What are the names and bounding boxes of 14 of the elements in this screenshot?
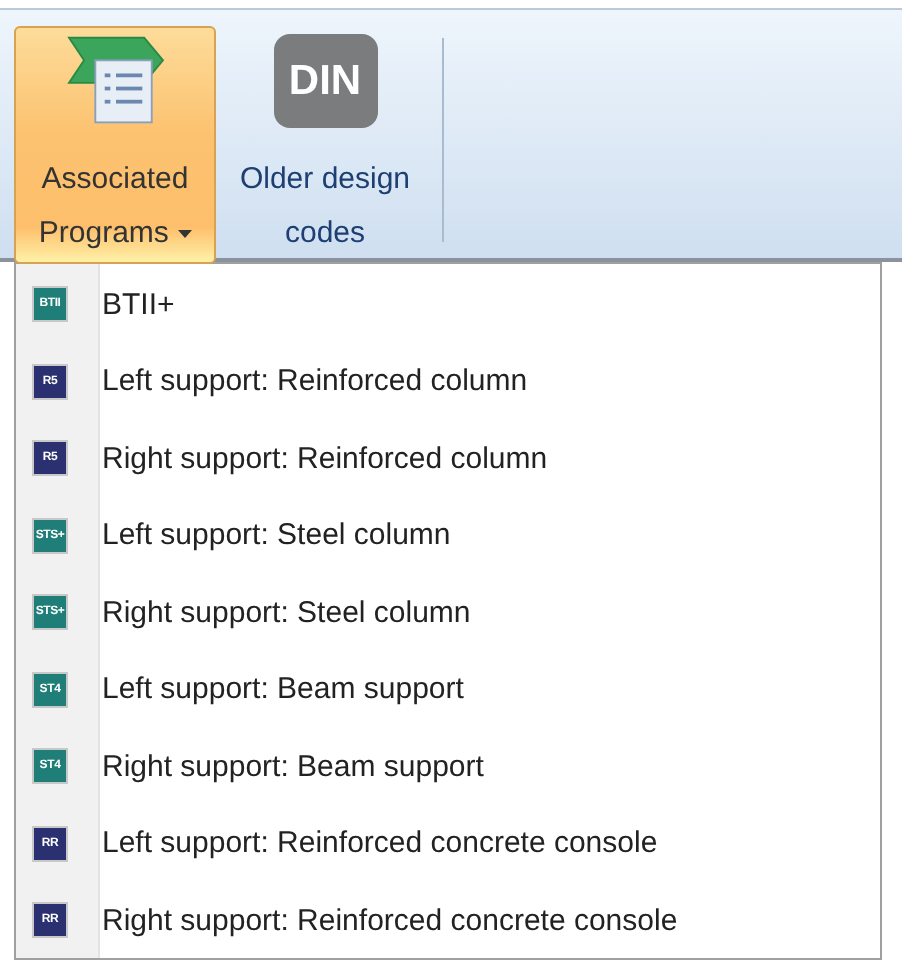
program-list-icon [61, 34, 169, 128]
caret-icon [177, 230, 192, 239]
menu-item-label: Left support: Steel column [102, 518, 451, 553]
menu-item-label: BTII+ [102, 287, 175, 322]
associated-programs-button[interactable]: Associated Programs [14, 26, 216, 264]
menu-item-label: Left support: Reinforced column [102, 364, 528, 399]
menu-item-label: Right support: Steel column [102, 595, 471, 630]
menu-item-label: Right support: Reinforced concrete console [102, 903, 678, 938]
menu-item-label: Right support: Beam support [102, 749, 484, 784]
older-design-codes-button[interactable]: DIN Older design codes [224, 26, 426, 264]
menu-item-label: Right support: Reinforced column [102, 441, 548, 476]
menu-item-label: Left support: Reinforced concrete console [102, 826, 658, 861]
menu-item-label: Left support: Beam support [102, 672, 464, 707]
din-icon: DIN [273, 34, 377, 128]
